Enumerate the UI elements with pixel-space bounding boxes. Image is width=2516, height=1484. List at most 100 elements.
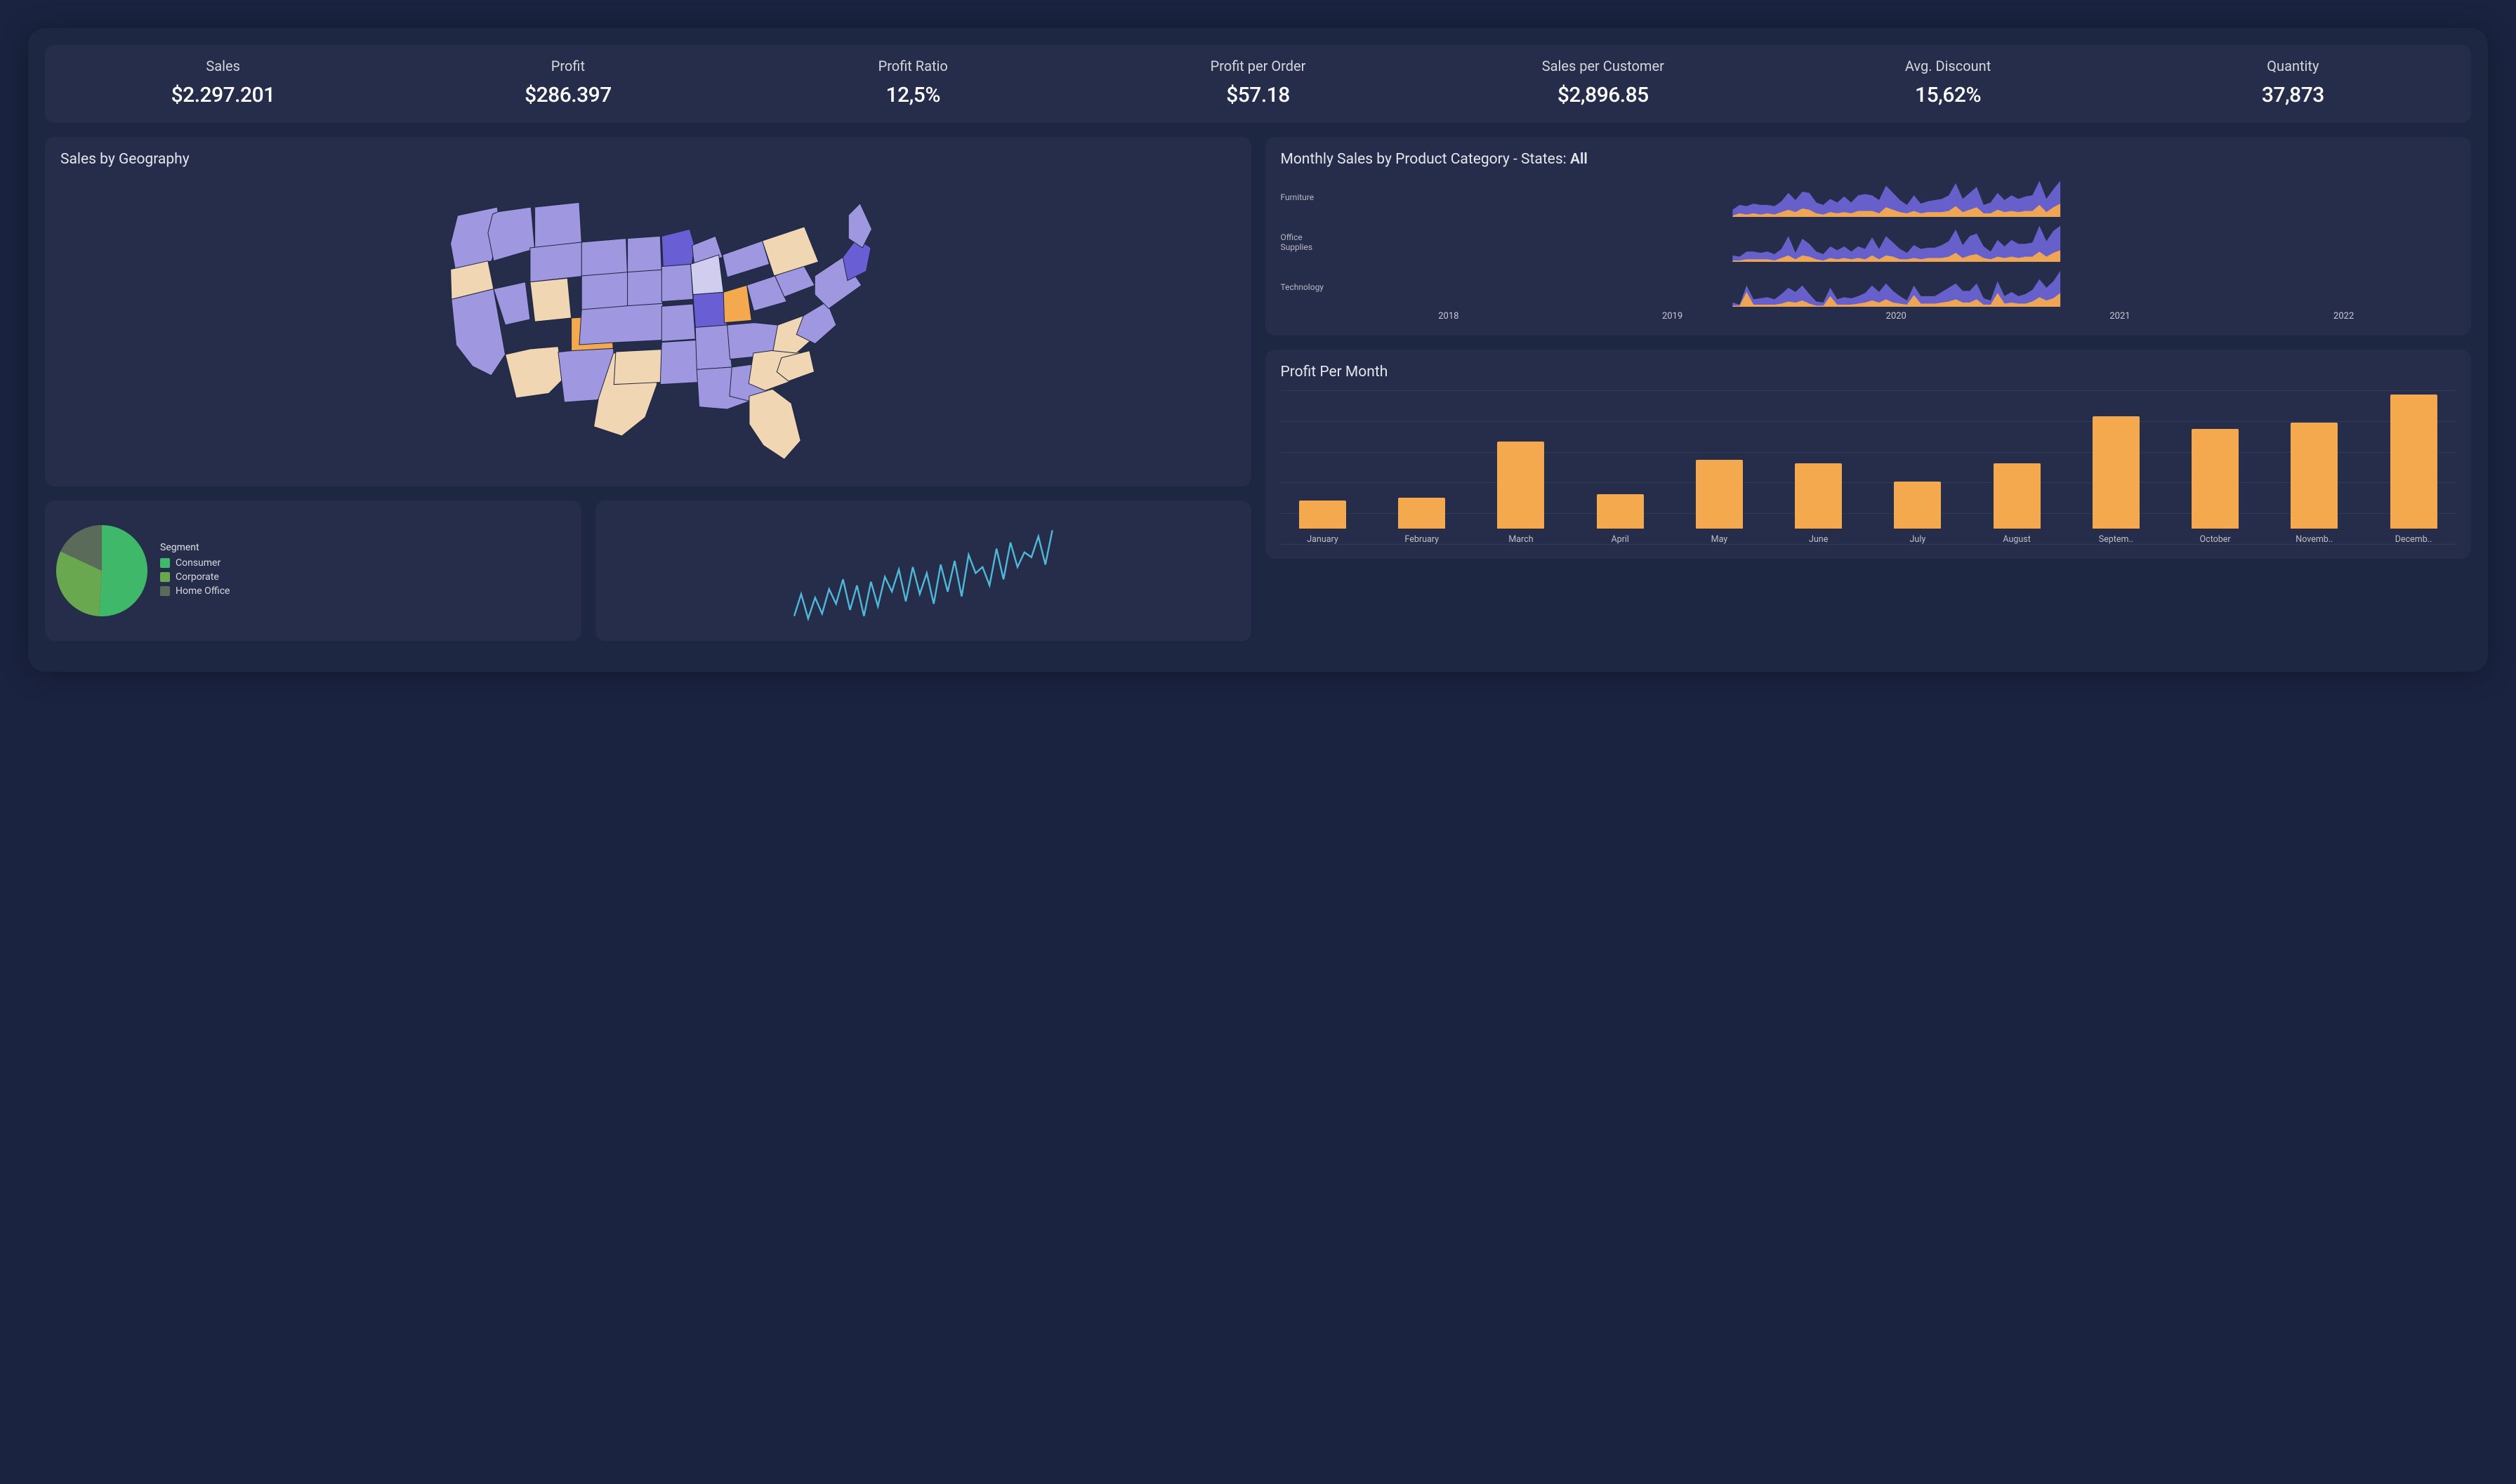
bar-col[interactable]: February bbox=[1384, 498, 1460, 545]
kpi-row: Sales $2.297.201 Profit $286.397 Profit … bbox=[45, 45, 2471, 123]
bar-col[interactable]: June bbox=[1781, 463, 1857, 545]
mini-row: Furniture bbox=[1281, 178, 2456, 217]
bar-label: Septem.. bbox=[2099, 534, 2133, 545]
area-series bbox=[1732, 271, 2060, 307]
card-sparkline bbox=[595, 501, 1251, 641]
kpi-value: 12,5% bbox=[741, 83, 1086, 107]
mini-row: Office Supplies bbox=[1281, 223, 2456, 262]
card-title: Sales by Geography bbox=[60, 151, 1236, 168]
mini-row-label: Office Supplies bbox=[1281, 232, 1330, 253]
sparkline bbox=[794, 530, 1053, 618]
bar-col[interactable]: Septem.. bbox=[2078, 416, 2154, 545]
card-monthly-sales: Monthly Sales by Product Category - Stat… bbox=[1265, 137, 2472, 336]
kpi-sales-per-customer: Sales per Customer $2,896.85 bbox=[1430, 58, 1775, 107]
kpi-label: Avg. Discount bbox=[1775, 58, 2120, 74]
kpi-label: Sales per Customer bbox=[1430, 58, 1775, 74]
card-title: Profit Per Month bbox=[1281, 364, 2456, 380]
title-filter[interactable]: All bbox=[1570, 151, 1588, 168]
pie-slice[interactable] bbox=[99, 525, 147, 616]
xaxis-tick: 2020 bbox=[1784, 311, 2008, 322]
legend-label: Corporate bbox=[176, 571, 219, 583]
kpi-profit-ratio: Profit Ratio 12,5% bbox=[741, 58, 1086, 107]
area-series bbox=[1732, 226, 2060, 262]
legend-label: Consumer bbox=[176, 557, 220, 569]
swatch-icon bbox=[160, 572, 170, 582]
map-svg-icon bbox=[90, 185, 1206, 465]
bar[interactable] bbox=[1597, 494, 1644, 529]
kpi-value: $286.397 bbox=[395, 83, 740, 107]
bar-label: May bbox=[1711, 534, 1728, 545]
kpi-label: Profit per Order bbox=[1086, 58, 1430, 74]
kpi-profit-per-order: Profit per Order $57.18 bbox=[1086, 58, 1430, 107]
bar-label: February bbox=[1404, 534, 1439, 545]
bar[interactable] bbox=[1696, 460, 1743, 529]
legend-item[interactable]: Home Office bbox=[160, 585, 230, 597]
bar[interactable] bbox=[1299, 501, 1346, 529]
title-prefix: Monthly Sales by Product Category - Stat… bbox=[1281, 151, 1570, 168]
bar-label: Novemb.. bbox=[2296, 534, 2333, 545]
mini-xaxis: 20182019202020212022 bbox=[1281, 311, 2456, 322]
kpi-label: Profit Ratio bbox=[741, 58, 1086, 74]
kpi-value: $57.18 bbox=[1086, 83, 1430, 107]
legend-title: Segment bbox=[160, 542, 230, 553]
card-segment-pie: Segment Consumer Corporate Home Office bbox=[45, 501, 581, 641]
mini-row-label: Furniture bbox=[1281, 192, 1330, 202]
xaxis-tick: 2019 bbox=[1560, 311, 1784, 322]
xaxis-tick: 2022 bbox=[2232, 311, 2456, 322]
pie-chart[interactable] bbox=[56, 525, 147, 616]
bar-col[interactable]: Decemb.. bbox=[2376, 395, 2451, 545]
mini-area-chart[interactable] bbox=[1337, 178, 2456, 217]
xaxis-tick: 2021 bbox=[2008, 311, 2232, 322]
kpi-value: $2.297.201 bbox=[51, 83, 395, 107]
bar-label: August bbox=[2003, 534, 2030, 545]
legend-label: Home Office bbox=[176, 585, 230, 597]
bar-col[interactable]: March bbox=[1483, 442, 1559, 545]
bar-col[interactable]: April bbox=[1582, 494, 1658, 545]
card-sales-by-geography: Sales by Geography bbox=[45, 137, 1251, 486]
bar[interactable] bbox=[1994, 463, 2041, 529]
mini-row: Technology bbox=[1281, 267, 2456, 307]
bar-label: July bbox=[1910, 534, 1926, 545]
bar-col[interactable]: Novemb.. bbox=[2277, 423, 2352, 545]
kpi-value: $2,896.85 bbox=[1430, 83, 1775, 107]
bar-chart[interactable]: January February March April May June July Augu… bbox=[1281, 390, 2456, 545]
bar-label: January bbox=[1307, 534, 1338, 545]
bar-col[interactable]: August bbox=[1979, 463, 2055, 545]
bar-label: April bbox=[1611, 534, 1629, 545]
bar[interactable] bbox=[1398, 498, 1445, 529]
bar-col[interactable]: October bbox=[2178, 429, 2253, 545]
swatch-icon bbox=[160, 558, 170, 568]
bar-col[interactable]: May bbox=[1681, 460, 1757, 545]
bar[interactable] bbox=[2192, 429, 2239, 529]
bar-label: March bbox=[1508, 534, 1533, 545]
kpi-value: 15,62% bbox=[1775, 83, 2120, 107]
bar[interactable] bbox=[1795, 463, 1842, 529]
kpi-label: Sales bbox=[51, 58, 395, 74]
mini-area-chart[interactable] bbox=[1337, 223, 2456, 262]
card-profit-per-month: Profit Per Month January February March Apr… bbox=[1265, 350, 2472, 559]
legend-item[interactable]: Corporate bbox=[160, 571, 230, 583]
bar[interactable] bbox=[1497, 442, 1544, 529]
bar-label: October bbox=[2200, 534, 2231, 545]
dashboard: Sales $2.297.201 Profit $286.397 Profit … bbox=[28, 28, 2488, 672]
mini-row-label: Technology bbox=[1281, 282, 1330, 292]
card-title: Monthly Sales by Product Category - Stat… bbox=[1281, 151, 2456, 168]
legend-item[interactable]: Consumer bbox=[160, 557, 230, 569]
bar[interactable] bbox=[2291, 423, 2338, 529]
xaxis-tick: 2018 bbox=[1337, 311, 1561, 322]
bar[interactable] bbox=[2390, 395, 2437, 529]
bar[interactable] bbox=[1894, 482, 1941, 529]
bar-col[interactable]: July bbox=[1880, 482, 1956, 545]
bar[interactable] bbox=[2093, 416, 2140, 529]
kpi-avg-discount: Avg. Discount 15,62% bbox=[1775, 58, 2120, 107]
mini-area-chart[interactable] bbox=[1337, 267, 2456, 307]
bar-col[interactable]: January bbox=[1285, 501, 1361, 545]
kpi-sales: Sales $2.297.201 bbox=[51, 58, 395, 107]
kpi-profit: Profit $286.397 bbox=[395, 58, 740, 107]
segment-legend: Segment Consumer Corporate Home Office bbox=[160, 542, 230, 599]
sparkline-chart[interactable] bbox=[607, 517, 1240, 625]
kpi-label: Quantity bbox=[2121, 58, 2465, 74]
bar-label: Decemb.. bbox=[2395, 534, 2432, 545]
us-map[interactable] bbox=[60, 178, 1236, 472]
bar-label: June bbox=[1809, 534, 1828, 545]
